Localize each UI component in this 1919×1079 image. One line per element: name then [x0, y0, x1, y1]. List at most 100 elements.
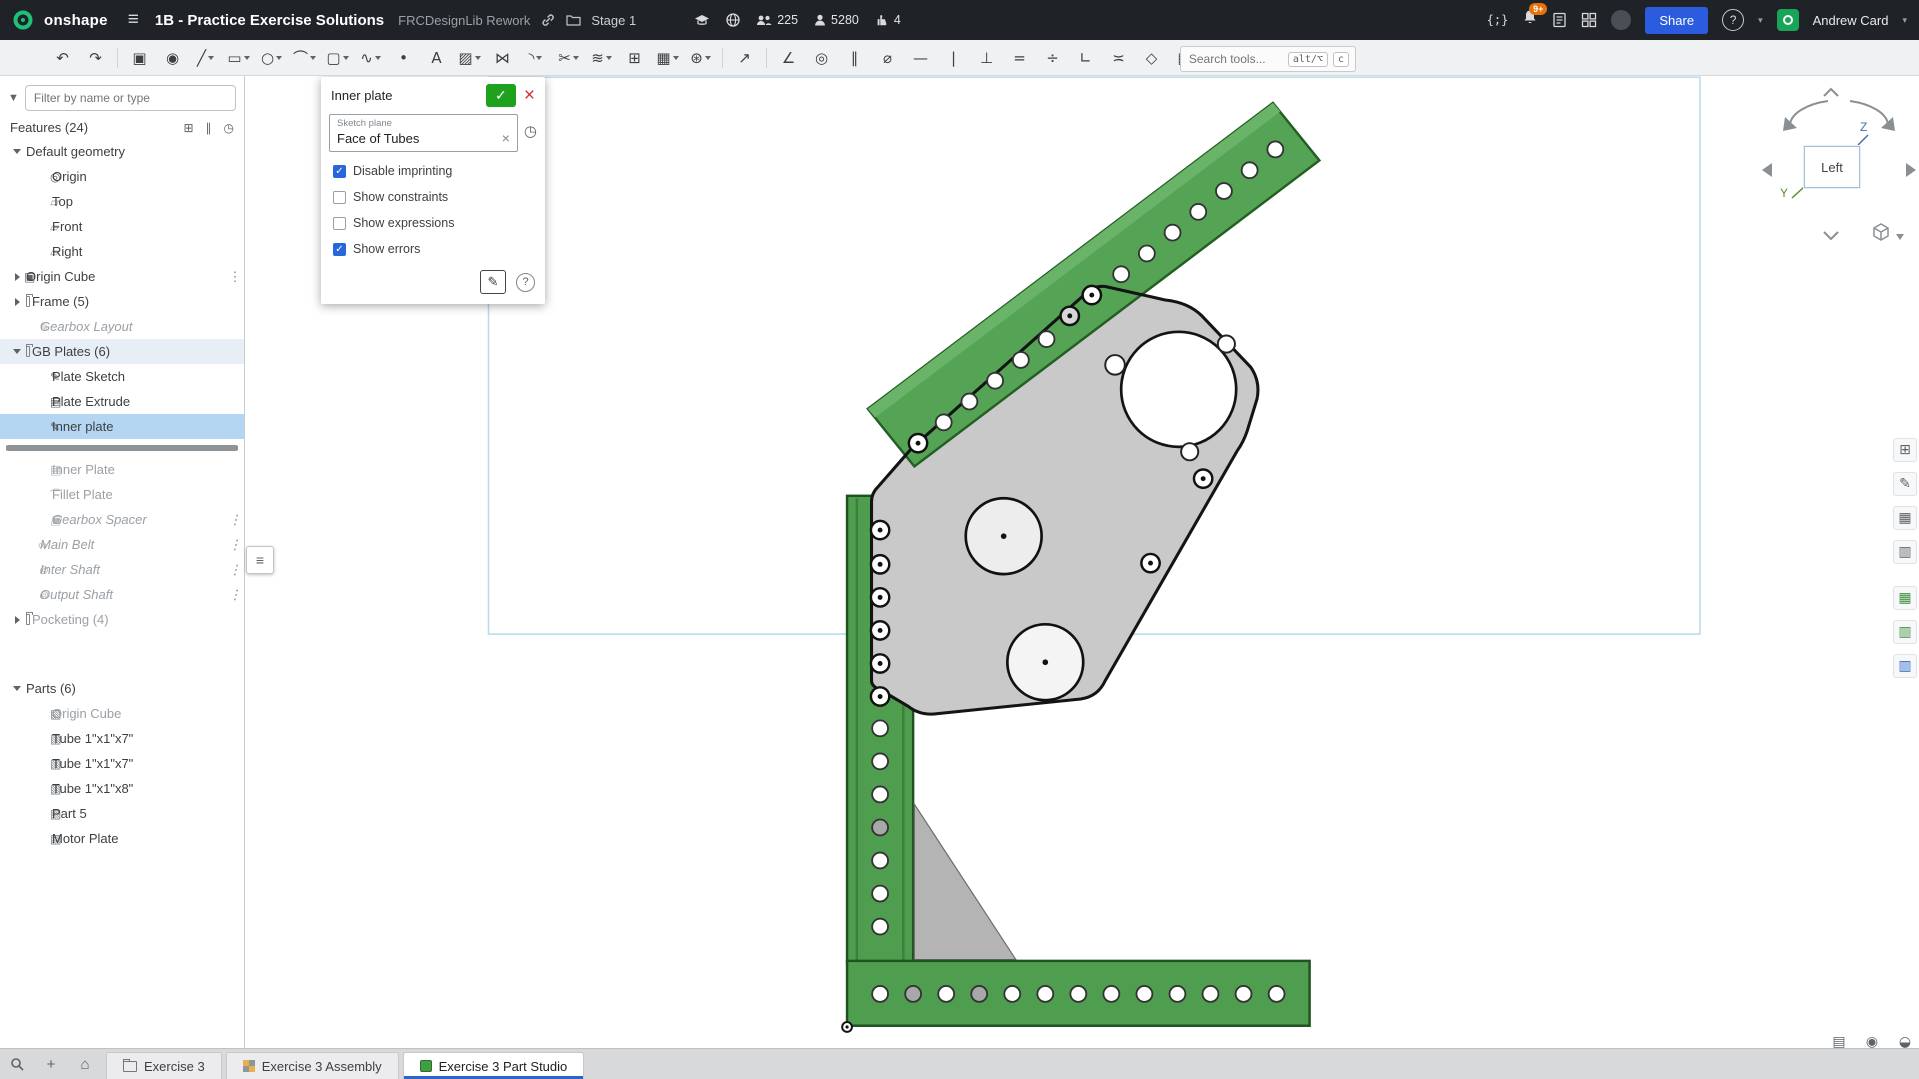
tangent-constraint-tool[interactable]: ⌀ — [871, 44, 904, 72]
history-clock-icon[interactable]: ◷ — [524, 122, 537, 140]
rotate-left-arrow-icon[interactable] — [1790, 101, 1828, 124]
checkbox-row[interactable]: Show constraints — [321, 184, 545, 210]
paste-sketch-tool[interactable]: ▣ — [123, 44, 156, 72]
dropdown-caret-icon[interactable] — [606, 56, 612, 60]
perpendicular-constraint-tool[interactable]: ⊥ — [970, 44, 1003, 72]
checkbox[interactable] — [333, 217, 346, 230]
expand-caret-icon[interactable] — [10, 616, 24, 624]
feature-filter-input[interactable] — [25, 85, 236, 111]
tree-gb-plates[interactable]: GB Plates (6) ⋮ — [0, 339, 244, 364]
user-avatar[interactable] — [1777, 9, 1799, 31]
tree-default-geometry[interactable]: Default geometry ⋮ — [0, 139, 244, 164]
item-menu-icon[interactable]: ⋮ — [226, 512, 244, 528]
rotate-face-right-icon[interactable] — [1906, 163, 1916, 177]
circular-pattern-tool[interactable]: ⊛ — [684, 44, 717, 72]
render-mode-icon[interactable]: ▤ — [1828, 1031, 1850, 1049]
dropdown-caret-icon[interactable] — [244, 56, 250, 60]
tree-frame[interactable]: Frame (5) ⋮ — [0, 289, 244, 314]
tree-parts-header[interactable]: Parts (6) ⋮ — [0, 676, 244, 701]
tree-gearbox-layout[interactable]: Gearbox Layout ⋮ — [0, 314, 244, 339]
horizontal-constraint-tool[interactable]: — — [904, 44, 937, 72]
part-tube-7b[interactable]: Tube 1"x1"x7" ⋮ — [0, 751, 244, 776]
offset-tool[interactable]: ≋ — [585, 44, 618, 72]
share-button[interactable]: Share — [1645, 7, 1708, 34]
circle-tool[interactable]: ○ — [255, 44, 288, 72]
tab-exercise-3[interactable]: Exercise 3 — [106, 1052, 222, 1079]
dropdown-caret-icon[interactable] — [276, 56, 282, 60]
transform-tool[interactable]: ⊞ — [618, 44, 651, 72]
configuration-panel-icon[interactable]: ▦ — [1893, 506, 1917, 530]
search-tabs-button[interactable] — [0, 1049, 34, 1079]
tree-origin-cube[interactable]: Origin Cube ⋮ — [0, 264, 244, 289]
tree-output-shaft[interactable]: Output Shaft ⋮ — [0, 582, 244, 607]
pierce-constraint-tool[interactable]: ◇ — [1135, 44, 1168, 72]
featurescript-icon[interactable]: {;} — [1487, 13, 1509, 27]
vertical-constraint-tool[interactable]: | — [937, 44, 970, 72]
export-panel-icon[interactable]: ⊞ — [1893, 438, 1917, 462]
trim-tool[interactable]: ✂ — [552, 44, 585, 72]
material-table-panel-icon[interactable]: ▥ — [1893, 654, 1917, 678]
expand-caret-icon[interactable] — [10, 149, 24, 154]
expand-caret-icon[interactable] — [10, 349, 24, 354]
item-menu-icon[interactable]: ⋮ — [226, 562, 244, 578]
likes-stat[interactable]: 4 — [875, 13, 901, 27]
coincident-constraint-tool[interactable]: ∠ — [772, 44, 805, 72]
tree-plane-right[interactable]: Right ⋮ — [0, 239, 244, 264]
dropdown-caret-icon[interactable] — [310, 56, 316, 60]
linear-pattern-tool[interactable]: ▦ — [651, 44, 684, 72]
part-5[interactable]: Part 5 ⋮ — [0, 801, 244, 826]
tree-fillet-plate[interactable]: Fillet Plate ⋮ — [0, 482, 244, 507]
normal-constraint-tool[interactable]: ∟ — [1069, 44, 1102, 72]
model-gusset[interactable] — [914, 804, 1016, 959]
checkbox-row[interactable]: Show errors — [321, 236, 545, 262]
dropdown-caret-icon[interactable] — [475, 56, 481, 60]
part-tube-8[interactable]: Tube 1"x1"x8" ⋮ — [0, 776, 244, 801]
feature-list-flyout-button[interactable]: ≡ — [246, 546, 274, 574]
display-states-panel-icon[interactable]: ▥ — [1893, 540, 1917, 564]
tree-gearbox-spacer[interactable]: Gearbox Spacer ⋮ — [0, 507, 244, 532]
dialog-help-button[interactable]: ? — [516, 273, 535, 292]
edit-appearance-panel-icon[interactable]: ✎ — [1893, 472, 1917, 496]
line-tool[interactable]: ╱ — [189, 44, 222, 72]
fillet-tool[interactable]: ◝ — [519, 44, 552, 72]
tilt-up-icon[interactable] — [1824, 89, 1838, 96]
account-caret-icon[interactable]: ▾ — [1902, 15, 1907, 26]
tree-inner-plate[interactable]: Inner plate ⋮ — [0, 414, 244, 439]
onshape-logo-icon[interactable] — [12, 9, 34, 31]
clear-selection-icon[interactable]: × — [502, 130, 510, 146]
help-caret-icon[interactable]: ▾ — [1758, 15, 1763, 26]
tree-origin[interactable]: Origin ⋮ — [0, 164, 244, 189]
parallel-constraint-tool[interactable]: ∥ — [838, 44, 871, 72]
construction-tool[interactable]: ▨ — [453, 44, 486, 72]
dropdown-caret-icon[interactable] — [673, 56, 679, 60]
confirm-button[interactable]: ✓ — [486, 84, 516, 107]
history-icon[interactable]: ◷ — [224, 121, 234, 135]
views-stat[interactable]: 5280 — [814, 13, 859, 27]
release-notes-icon[interactable] — [1552, 12, 1567, 28]
redo-tool[interactable]: ↷ — [79, 44, 112, 72]
edit-sketch-button[interactable]: ✎ — [480, 270, 506, 294]
tilt-down-icon[interactable] — [1824, 232, 1838, 239]
text-tool[interactable]: A — [420, 44, 453, 72]
rollback-controls-icon[interactable]: ∥ — [206, 121, 212, 135]
resource-center-icon[interactable] — [1611, 10, 1631, 30]
app-store-icon[interactable] — [1581, 12, 1597, 28]
view-options-caret-icon[interactable] — [1896, 234, 1904, 240]
breadcrumb-location[interactable]: Stage 1 — [591, 13, 636, 28]
tree-plate-sketch[interactable]: Plate Sketch ⋮ — [0, 364, 244, 389]
rectangle-tool[interactable]: ▭ — [222, 44, 255, 72]
expand-caret-icon[interactable] — [10, 686, 24, 691]
tree-plate-extrude[interactable]: Plate Extrude ⋮ — [0, 389, 244, 414]
new-tab-button[interactable]: + — [34, 1049, 68, 1079]
undo-tool[interactable]: ↶ — [46, 44, 79, 72]
concentric-constraint-tool[interactable]: ◎ — [805, 44, 838, 72]
part-origin-cube[interactable]: Origin Cube ⋮ — [0, 701, 244, 726]
search-tools-box[interactable]: alt/⌥ c — [1180, 46, 1356, 72]
custom-tables-panel-icon[interactable]: ▦ — [1893, 586, 1917, 610]
expand-caret-icon[interactable] — [10, 298, 24, 306]
part-motor-plate[interactable]: Motor Plate ⋮ — [0, 826, 244, 851]
checkbox-row[interactable]: Disable imprinting — [321, 158, 545, 184]
checkbox[interactable] — [333, 165, 346, 178]
tree-pocketing[interactable]: Pocketing (4) ⋮ — [0, 607, 244, 632]
dropdown-caret-icon[interactable] — [208, 56, 214, 60]
